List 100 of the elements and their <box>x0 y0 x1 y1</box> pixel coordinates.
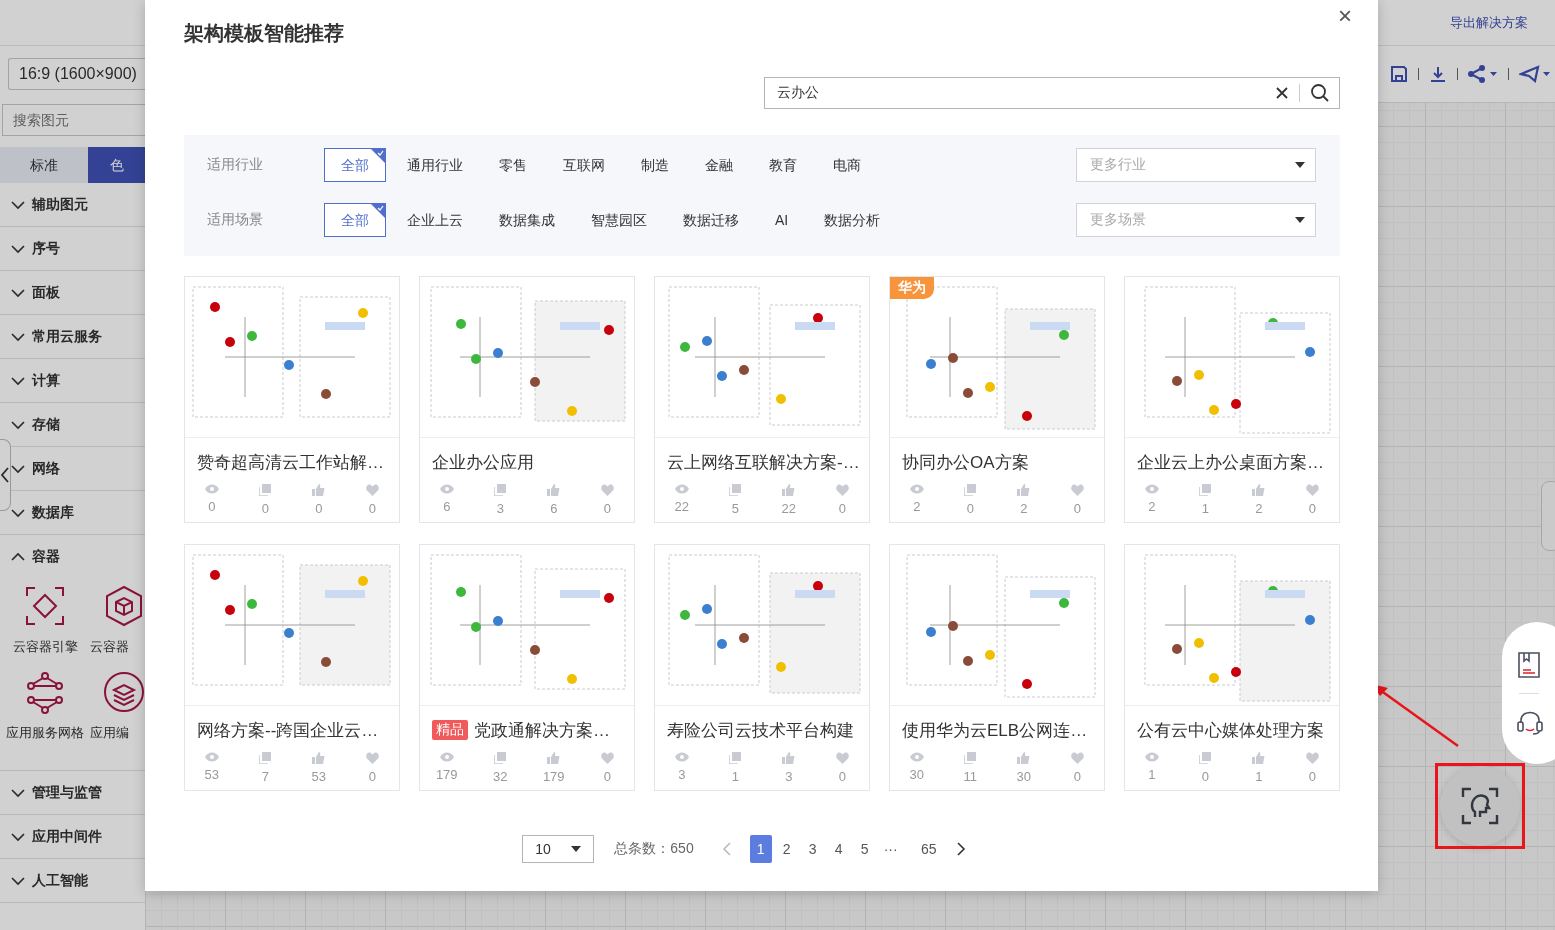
copy-count: 0 <box>966 501 974 516</box>
filter-chip[interactable]: 通用行业 <box>390 148 480 182</box>
category-header[interactable]: 人工智能 <box>11 859 88 902</box>
palette-tab[interactable]: 色 <box>88 147 145 183</box>
send-icon[interactable] <box>1519 65 1551 83</box>
favorite-count: 0 <box>368 501 376 516</box>
page-button[interactable]: 4 <box>827 835 850 863</box>
like-count: 179 <box>542 769 565 784</box>
canvas-size-select[interactable]: 16:9 (1600×900) <box>8 58 145 90</box>
template-card[interactable]: 企业办公应用 6 3 6 0 <box>419 276 635 523</box>
category-header[interactable]: 数据库 <box>11 491 74 534</box>
filter-chip[interactable]: 智慧园区 <box>574 203 664 237</box>
template-title: 云上网络互联解决方案-… <box>667 451 860 474</box>
copy-count: 7 <box>261 769 269 784</box>
template-title: 公有云中心媒体处理方案 <box>1137 719 1324 742</box>
page-button[interactable]: 2 <box>775 835 798 863</box>
filter-chip[interactable]: 全部 <box>324 203 386 237</box>
page-button[interactable]: 5 <box>853 835 876 863</box>
chevron-left-icon <box>0 466 10 484</box>
search-icon[interactable] <box>1310 83 1330 103</box>
download-icon[interactable] <box>1429 65 1447 83</box>
page-button[interactable]: ··· <box>879 835 902 863</box>
eye-icon <box>204 752 219 762</box>
category-header[interactable]: 管理与监管 <box>11 771 102 814</box>
favorite-count: 0 <box>368 769 376 784</box>
next-page-icon[interactable] <box>955 842 966 856</box>
chevron-down-icon <box>11 199 25 210</box>
copy-count: 1 <box>731 769 739 784</box>
copy-icon <box>494 752 507 764</box>
heart-icon <box>835 752 849 764</box>
template-title: 党政通解决方案… <box>474 719 610 742</box>
copy-count: 0 <box>1201 769 1209 784</box>
save-icon[interactable] <box>1390 65 1408 83</box>
filter-chip[interactable]: 零售 <box>482 148 544 182</box>
total-count: 总条数：650 <box>614 840 694 858</box>
heart-icon <box>1070 484 1084 496</box>
component-label: 应用服务网格 <box>6 724 84 742</box>
copy-count: 11 <box>963 769 977 784</box>
template-card[interactable]: 网络方案--跨国企业云… 53 7 53 0 <box>184 544 400 791</box>
chevron-down-icon <box>11 507 25 518</box>
share-icon[interactable] <box>1468 65 1498 83</box>
page-button[interactable]: 65 <box>917 835 940 863</box>
search-field[interactable]: 云办公 <box>764 77 1340 109</box>
heart-icon <box>600 752 614 764</box>
template-card[interactable]: 使用华为云ELB公网连… 30 11 30 0 <box>889 544 1105 791</box>
book-icon[interactable] <box>1516 650 1542 679</box>
template-card[interactable]: 公有云中心媒体处理方案 1 0 1 0 <box>1124 544 1340 791</box>
close-button[interactable]: × <box>1334 2 1356 30</box>
page-button[interactable]: 3 <box>801 835 824 863</box>
collapse-handle[interactable] <box>0 439 11 511</box>
frame-icon[interactable] <box>23 584 67 628</box>
filter-chip[interactable]: 金融 <box>688 148 750 182</box>
category-header[interactable]: 容器 <box>11 535 60 578</box>
palette-tab[interactable]: 标准 <box>0 147 88 183</box>
template-card[interactable]: 赞奇超高清云工作站解… 0 0 0 0 <box>184 276 400 523</box>
page-size-select[interactable]: 10 <box>522 835 595 863</box>
like-count: 1 <box>1255 769 1263 784</box>
like-count: 30 <box>1016 769 1031 784</box>
layers-icon[interactable] <box>102 670 145 714</box>
category-header[interactable]: 计算 <box>11 359 60 402</box>
category-header[interactable]: 应用中间件 <box>11 815 102 858</box>
filter-chip[interactable]: 数据迁移 <box>666 203 756 237</box>
view-count: 2 <box>1148 499 1156 514</box>
category-header[interactable]: 常用云服务 <box>11 315 102 358</box>
page-button[interactable]: 1 <box>749 835 772 863</box>
filter-chip[interactable]: 制造 <box>624 148 686 182</box>
panel-handle[interactable] <box>1541 481 1555 551</box>
filter-chip[interactable]: 教育 <box>752 148 814 182</box>
favorite-count: 0 <box>838 501 846 516</box>
category-header[interactable]: 网络 <box>11 447 60 490</box>
filter-chip[interactable]: AI <box>758 203 806 237</box>
category-header[interactable]: 辅助图元 <box>11 183 88 226</box>
copy-count: 32 <box>493 769 508 784</box>
template-title: 赞奇超高清云工作站解… <box>197 451 384 474</box>
filter-chip[interactable]: 互联网 <box>546 148 622 182</box>
clear-icon[interactable] <box>1275 86 1289 100</box>
chevron-down-icon <box>11 243 25 254</box>
category-header[interactable]: 存储 <box>11 403 60 446</box>
component-label: 应用编 <box>90 724 129 742</box>
template-card[interactable]: 精品 党政通解决方案… 179 32 179 0 <box>419 544 635 791</box>
thumbs-up-icon <box>312 484 326 496</box>
eye-icon <box>1144 484 1159 494</box>
export-solution-link[interactable]: 导出解决方案 <box>1450 13 1528 32</box>
template-card[interactable]: 华为 协同办公OA方案 2 0 2 0 <box>889 276 1105 523</box>
caret-icon <box>1295 217 1305 223</box>
search-field[interactable]: 搜索图元 <box>2 104 145 136</box>
heart-icon <box>365 752 379 764</box>
filter-chip[interactable]: 电商 <box>816 148 878 182</box>
filter-chip[interactable]: 企业上云 <box>390 203 480 237</box>
filter-chip[interactable]: 数据分析 <box>807 203 898 237</box>
template-card[interactable]: 寿险公司云技术平台构建 3 1 3 0 <box>654 544 870 791</box>
template-card[interactable]: 企业云上办公桌面方案… 2 1 2 0 <box>1124 276 1340 523</box>
category-header[interactable]: 序号 <box>11 227 60 270</box>
like-count: 2 <box>1020 501 1028 516</box>
filter-chip[interactable]: 数据集成 <box>482 203 572 237</box>
category-header[interactable]: 面板 <box>11 271 60 314</box>
thumbs-up-icon <box>782 752 796 764</box>
filter-chip[interactable]: 全部 <box>324 148 386 182</box>
check-corner-icon <box>371 149 385 163</box>
template-card[interactable]: 云上网络互联解决方案-… 22 5 22 0 <box>654 276 870 523</box>
